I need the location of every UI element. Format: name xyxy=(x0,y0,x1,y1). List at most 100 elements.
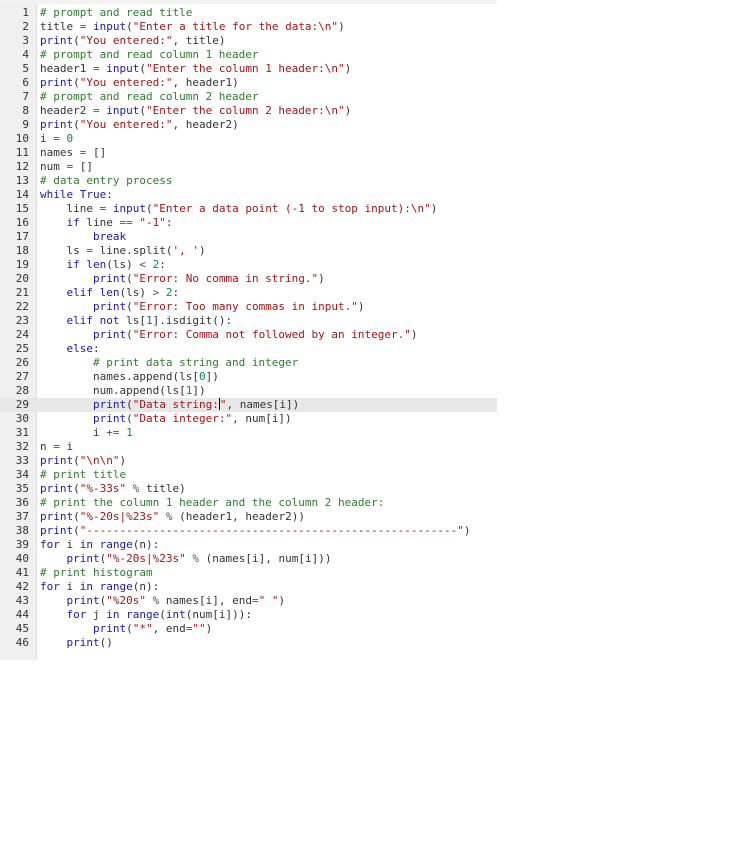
code-text[interactable]: header2 = input("Enter the column 2 head… xyxy=(40,104,351,118)
code-line[interactable]: 11 names = [] xyxy=(0,146,497,160)
code-text[interactable]: print("Data integer:", num[i]) xyxy=(40,412,292,426)
code-line[interactable]: 6 print("You entered:", header1) xyxy=(0,76,497,90)
code-token: "Enter a title for the data:\n" xyxy=(132,20,339,33)
code-line[interactable]: 44 for j in range(int(num[i])): xyxy=(0,608,497,622)
code-text[interactable]: print("---------------------------------… xyxy=(40,524,470,538)
code-line[interactable]: 43 print("%20s" % names[i], end=" ") xyxy=(0,594,497,608)
code-line[interactable]: 3 print("You entered:", title) xyxy=(0,34,497,48)
code-line[interactable]: 26 # print data string and integer xyxy=(0,356,497,370)
code-line[interactable]: 23 elif not ls[1].isdigit(): xyxy=(0,314,497,328)
code-text[interactable]: title = input("Enter a title for the dat… xyxy=(40,20,345,34)
code-line[interactable]: 17 break xyxy=(0,230,497,244)
code-text[interactable]: header1 = input("Enter the column 1 head… xyxy=(40,62,351,76)
code-line[interactable]: 37 print("%-20s|%23s" % (header1, header2… xyxy=(0,510,497,524)
code-line[interactable]: 35 print("%-33s" % title) xyxy=(0,482,497,496)
code-text[interactable]: # print the column 1 header and the colu… xyxy=(40,496,384,510)
code-line[interactable]: 38 print("-------------------------------… xyxy=(0,524,497,538)
code-token: "You entered:" xyxy=(79,118,173,131)
code-line[interactable]: 1 # prompt and read title xyxy=(0,6,497,20)
code-token: ) xyxy=(410,328,418,341)
code-line[interactable]: 40 print("%-20s|%23s" % (names[i], num[i… xyxy=(0,552,497,566)
code-text[interactable]: else: xyxy=(40,342,100,356)
code-line[interactable]: 25 else: xyxy=(0,342,497,356)
code-line[interactable]: 15 line = input("Enter a data point (-1 … xyxy=(0,202,497,216)
code-text[interactable]: # data entry process xyxy=(40,174,172,188)
code-text[interactable]: print("You entered:", title) xyxy=(40,34,225,48)
code-text[interactable]: i = 0 xyxy=(40,132,73,146)
code-text[interactable]: print("Error: No comma in string.") xyxy=(40,272,325,286)
code-line[interactable]: 2 title = input("Enter a title for the da… xyxy=(0,20,497,34)
code-line[interactable]: 13 # data entry process xyxy=(0,174,497,188)
code-text[interactable]: if len(ls) < 2: xyxy=(40,258,166,272)
code-line[interactable]: 4 # prompt and read column 1 header xyxy=(0,48,497,62)
code-text[interactable]: ls = line.split(', ') xyxy=(40,244,205,258)
code-line[interactable]: 14 while True: xyxy=(0,188,497,202)
code-text[interactable]: print("You entered:", header2) xyxy=(40,118,239,132)
code-text[interactable]: print("Data string:", names[i]) xyxy=(40,398,299,412)
code-line[interactable]: 16 if line == "-1": xyxy=(0,216,497,230)
code-text[interactable]: line = input("Enter a data point (-1 to … xyxy=(40,202,437,216)
code-text[interactable]: names = [] xyxy=(40,146,106,160)
code-line[interactable]: 42 for i in range(n): xyxy=(0,580,497,594)
code-line[interactable]: 31 i += 1 xyxy=(0,426,497,440)
code-text[interactable]: # print histogram xyxy=(40,566,153,580)
code-text[interactable]: if line == "-1": xyxy=(40,216,173,230)
code-text[interactable]: # prompt and read column 2 header xyxy=(40,90,259,104)
code-text[interactable]: print("Error: Comma not followed by an i… xyxy=(40,328,418,342)
code-editor[interactable]: 1 # prompt and read title 2 title = input("… xyxy=(0,0,497,660)
code-token: "Data string: xyxy=(132,398,219,411)
code-text[interactable]: # print data string and integer xyxy=(40,356,298,370)
code-text[interactable]: for i in range(n): xyxy=(40,580,159,594)
code-line[interactable]: 34 # print title xyxy=(0,468,497,482)
code-line[interactable]: 19 if len(ls) < 2: xyxy=(0,258,497,272)
code-token: , names[i]) xyxy=(226,398,300,411)
code-text[interactable]: elif not ls[1].isdigit(): xyxy=(40,314,233,328)
code-line[interactable]: 22 print("Error: Too many commas in inpu… xyxy=(0,300,497,314)
code-line[interactable]: 9 print("You entered:", header2) xyxy=(0,118,497,132)
code-text[interactable]: num = [] xyxy=(40,160,93,174)
code-text[interactable]: print("\n\n") xyxy=(40,454,126,468)
code-line[interactable]: 30 print("Data integer:", num[i]) xyxy=(0,412,497,426)
code-line[interactable]: 36 # print the column 1 header and the co… xyxy=(0,496,497,510)
code-text[interactable]: print("%-20s|%23s" % (header1, header2)) xyxy=(40,510,305,524)
code-line[interactable]: 29 print("Data string:", names[i]) xyxy=(0,398,497,412)
code-line[interactable]: 46 print() xyxy=(0,636,497,650)
code-text[interactable]: print("%-33s" % title) xyxy=(40,482,186,496)
code-line[interactable]: 10 i = 0 xyxy=(0,132,497,146)
code-text[interactable]: # print title xyxy=(40,468,126,482)
code-text[interactable]: print("You entered:", header1) xyxy=(40,76,239,90)
code-line[interactable]: 33 print("\n\n") xyxy=(0,454,497,468)
code-text[interactable]: print() xyxy=(40,636,113,650)
code-text[interactable]: for j in range(int(num[i])): xyxy=(40,608,252,622)
code-text[interactable]: print("Error: Too many commas in input."… xyxy=(40,300,365,314)
code-line[interactable]: 24 print("Error: Comma not followed by a… xyxy=(0,328,497,342)
code-line[interactable]: 5 header1 = input("Enter the column 1 hea… xyxy=(0,62,497,76)
code-line[interactable]: 21 elif len(ls) > 2: xyxy=(0,286,497,300)
code-text[interactable]: num.append(ls[1]) xyxy=(40,384,206,398)
code-text[interactable]: print("%-20s|%23s" % (names[i], num[i])) xyxy=(40,552,332,566)
code-line[interactable]: 18 ls = line.split(', ') xyxy=(0,244,497,258)
code-text[interactable]: n = i xyxy=(40,440,73,454)
code-line[interactable]: 28 num.append(ls[1]) xyxy=(0,384,497,398)
code-text[interactable]: print("*", end="") xyxy=(40,622,212,636)
code-line[interactable]: 12 num = [] xyxy=(0,160,497,174)
code-text[interactable]: elif len(ls) > 2: xyxy=(40,286,180,300)
code-line[interactable]: 32 n = i xyxy=(0,440,497,454)
code-text[interactable]: # prompt and read column 1 header xyxy=(40,48,259,62)
code-line[interactable]: 41 # print histogram xyxy=(0,566,497,580)
code-line[interactable]: 39 for i in range(n): xyxy=(0,538,497,552)
code-text[interactable]: break xyxy=(40,230,126,244)
code-text[interactable]: print("%20s" % names[i], end=" ") xyxy=(40,594,286,608)
code-text[interactable]: # prompt and read title xyxy=(40,6,192,20)
code-line[interactable]: 45 print("*", end="") xyxy=(0,622,497,636)
code-text[interactable]: while True: xyxy=(40,188,113,202)
code-text[interactable]: names.append(ls[0]) xyxy=(40,370,219,384)
code-line[interactable]: 8 header2 = input("Enter the column 2 hea… xyxy=(0,104,497,118)
code-line[interactable]: 7 # prompt and read column 2 header xyxy=(0,90,497,104)
code-lines[interactable]: 1 # prompt and read title 2 title = input("… xyxy=(0,6,497,650)
code-text[interactable]: i += 1 xyxy=(40,426,133,440)
code-line[interactable]: 27 names.append(ls[0]) xyxy=(0,370,497,384)
code-text[interactable]: for i in range(n): xyxy=(40,538,159,552)
code-line[interactable]: 20 print("Error: No comma in string.") xyxy=(0,272,497,286)
